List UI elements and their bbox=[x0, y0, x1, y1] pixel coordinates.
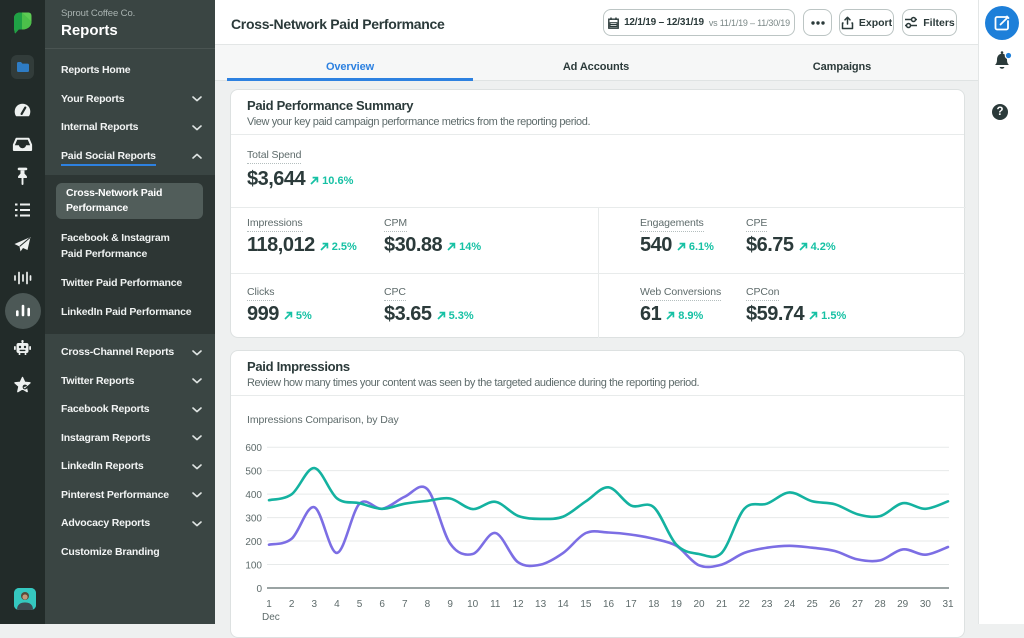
svg-text:200: 200 bbox=[245, 537, 262, 548]
svg-text:25: 25 bbox=[807, 599, 819, 610]
svg-text:18: 18 bbox=[648, 599, 660, 610]
svg-text:3: 3 bbox=[312, 599, 318, 610]
svg-text:26: 26 bbox=[829, 599, 841, 610]
svg-text:31: 31 bbox=[942, 599, 954, 610]
svg-text:1: 1 bbox=[266, 599, 272, 610]
svg-text:Dec: Dec bbox=[262, 612, 280, 623]
svg-text:11: 11 bbox=[490, 599, 501, 610]
svg-text:12: 12 bbox=[512, 599, 524, 610]
svg-text:22: 22 bbox=[739, 599, 751, 610]
svg-text:29: 29 bbox=[897, 599, 909, 610]
svg-text:5: 5 bbox=[357, 599, 363, 610]
svg-text:9: 9 bbox=[447, 599, 453, 610]
svg-text:13: 13 bbox=[535, 599, 547, 610]
svg-text:500: 500 bbox=[245, 466, 262, 477]
svg-text:7: 7 bbox=[402, 599, 408, 610]
svg-text:4: 4 bbox=[334, 599, 340, 610]
svg-text:16: 16 bbox=[603, 599, 615, 610]
svg-text:21: 21 bbox=[716, 599, 728, 610]
svg-text:400: 400 bbox=[245, 490, 262, 501]
svg-text:19: 19 bbox=[671, 599, 683, 610]
svg-text:14: 14 bbox=[558, 599, 570, 610]
svg-text:23: 23 bbox=[761, 599, 773, 610]
svg-text:300: 300 bbox=[245, 513, 262, 524]
svg-text:10: 10 bbox=[467, 599, 479, 610]
svg-text:15: 15 bbox=[580, 599, 592, 610]
svg-text:20: 20 bbox=[693, 599, 705, 610]
svg-text:8: 8 bbox=[425, 599, 431, 610]
svg-text:6: 6 bbox=[379, 599, 385, 610]
svg-text:27: 27 bbox=[852, 599, 864, 610]
svg-text:24: 24 bbox=[784, 599, 796, 610]
svg-text:0: 0 bbox=[256, 584, 262, 595]
svg-text:100: 100 bbox=[245, 560, 262, 571]
svg-text:28: 28 bbox=[875, 599, 887, 610]
svg-text:17: 17 bbox=[626, 599, 638, 610]
svg-text:2: 2 bbox=[289, 599, 295, 610]
svg-text:600: 600 bbox=[245, 443, 262, 454]
svg-text:30: 30 bbox=[920, 599, 932, 610]
